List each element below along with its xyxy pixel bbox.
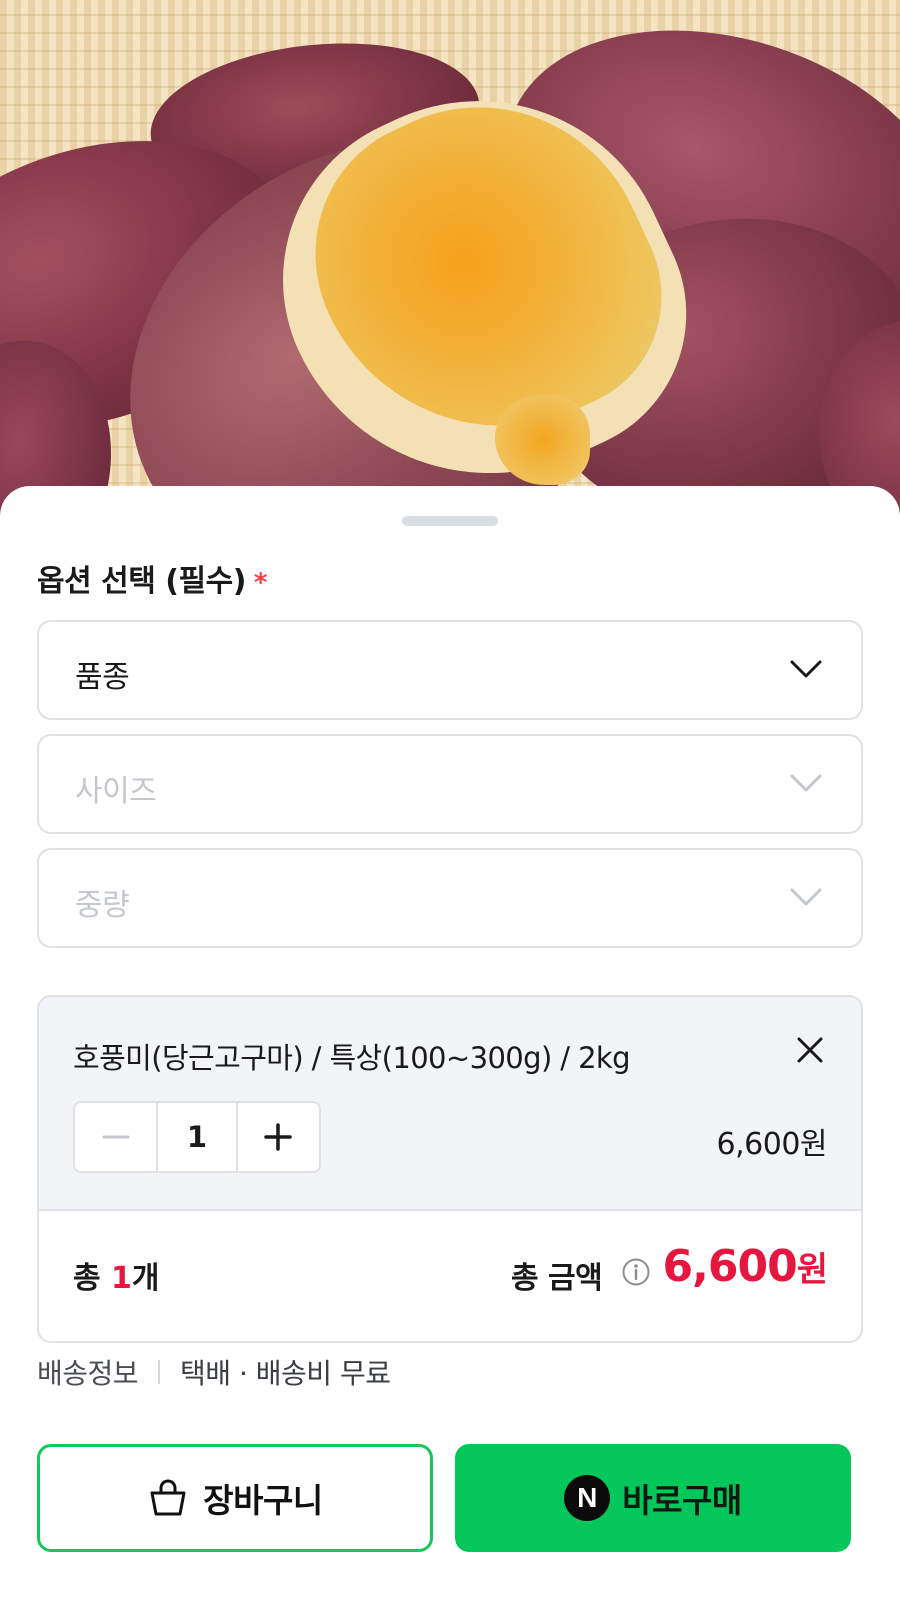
add-to-cart-button[interactable]: 장바구니 <box>37 1444 433 1552</box>
option-section-title: 옵션 선택 (필수) * <box>37 556 268 600</box>
add-to-cart-label: 장바구니 <box>203 1481 323 1520</box>
minus-icon <box>102 1135 130 1139</box>
delivery-value: 택배 · 배송비 무료 <box>180 1357 391 1390</box>
buy-now-label: 바로구매 <box>622 1481 742 1520</box>
naver-pay-icon: N <box>564 1475 611 1521</box>
plus-icon <box>264 1123 293 1151</box>
size-select[interactable]: 사이즈 <box>37 734 863 834</box>
selected-option-box: 호풍미(당근고구마) / 특상(100~300g) / 2kg 1 6,600원… <box>37 995 863 1343</box>
total-amount-value: 6,600 <box>662 1241 798 1292</box>
selected-option-name: 호풍미(당근고구마) / 특상(100~300g) / 2kg <box>73 1041 631 1075</box>
shopping-bag-icon <box>150 1479 186 1516</box>
chevron-down-icon <box>790 774 822 792</box>
info-icon[interactable] <box>621 1257 651 1287</box>
close-icon[interactable] <box>795 1035 825 1065</box>
chevron-down-icon <box>790 660 822 678</box>
variety-select-label: 품종 <box>75 660 130 695</box>
increase-quantity-button[interactable] <box>238 1103 319 1171</box>
sheet-drag-handle[interactable] <box>402 516 498 526</box>
delivery-divider <box>158 1360 161 1384</box>
option-price: 6,600원 <box>716 1127 828 1162</box>
required-mark: * <box>253 568 268 598</box>
decrease-quantity-button[interactable] <box>75 1103 156 1171</box>
product-image <box>0 0 900 520</box>
option-section-title-text: 옵션 선택 (필수) <box>37 564 246 599</box>
delivery-label: 배송정보 <box>37 1357 139 1390</box>
total-amount-label: 총 금액 <box>511 1261 603 1296</box>
product-option-screen: 옵션 선택 (필수) * 품종 사이즈 중량 호풍미(당근고구마) / 특상(10… <box>0 0 900 1616</box>
total-count: 총 1개 <box>73 1253 160 1297</box>
weight-select-label: 중량 <box>75 888 130 923</box>
buy-now-button[interactable]: N 바로구매 <box>455 1444 851 1552</box>
quantity-stepper: 1 <box>73 1101 321 1173</box>
variety-select[interactable]: 품종 <box>37 620 863 720</box>
chevron-down-icon <box>790 888 822 906</box>
total-count-value: 1 <box>111 1261 132 1296</box>
total-amount: 6,600원 <box>662 1241 828 1292</box>
weight-select[interactable]: 중량 <box>37 848 863 948</box>
option-bottom-sheet: 옵션 선택 (필수) * 품종 사이즈 중량 호풍미(당근고구마) / 특상(10… <box>0 486 900 1616</box>
delivery-info: 배송정보 택배 · 배송비 무료 <box>37 1352 391 1392</box>
total-count-prefix: 총 <box>73 1261 112 1296</box>
total-count-suffix: 개 <box>131 1261 160 1296</box>
quantity-value[interactable]: 1 <box>156 1103 238 1171</box>
total-amount-unit: 원 <box>796 1250 828 1290</box>
size-select-label: 사이즈 <box>75 774 157 809</box>
selected-option-row: 호풍미(당근고구마) / 특상(100~300g) / 2kg 1 6,600원 <box>39 997 861 1211</box>
